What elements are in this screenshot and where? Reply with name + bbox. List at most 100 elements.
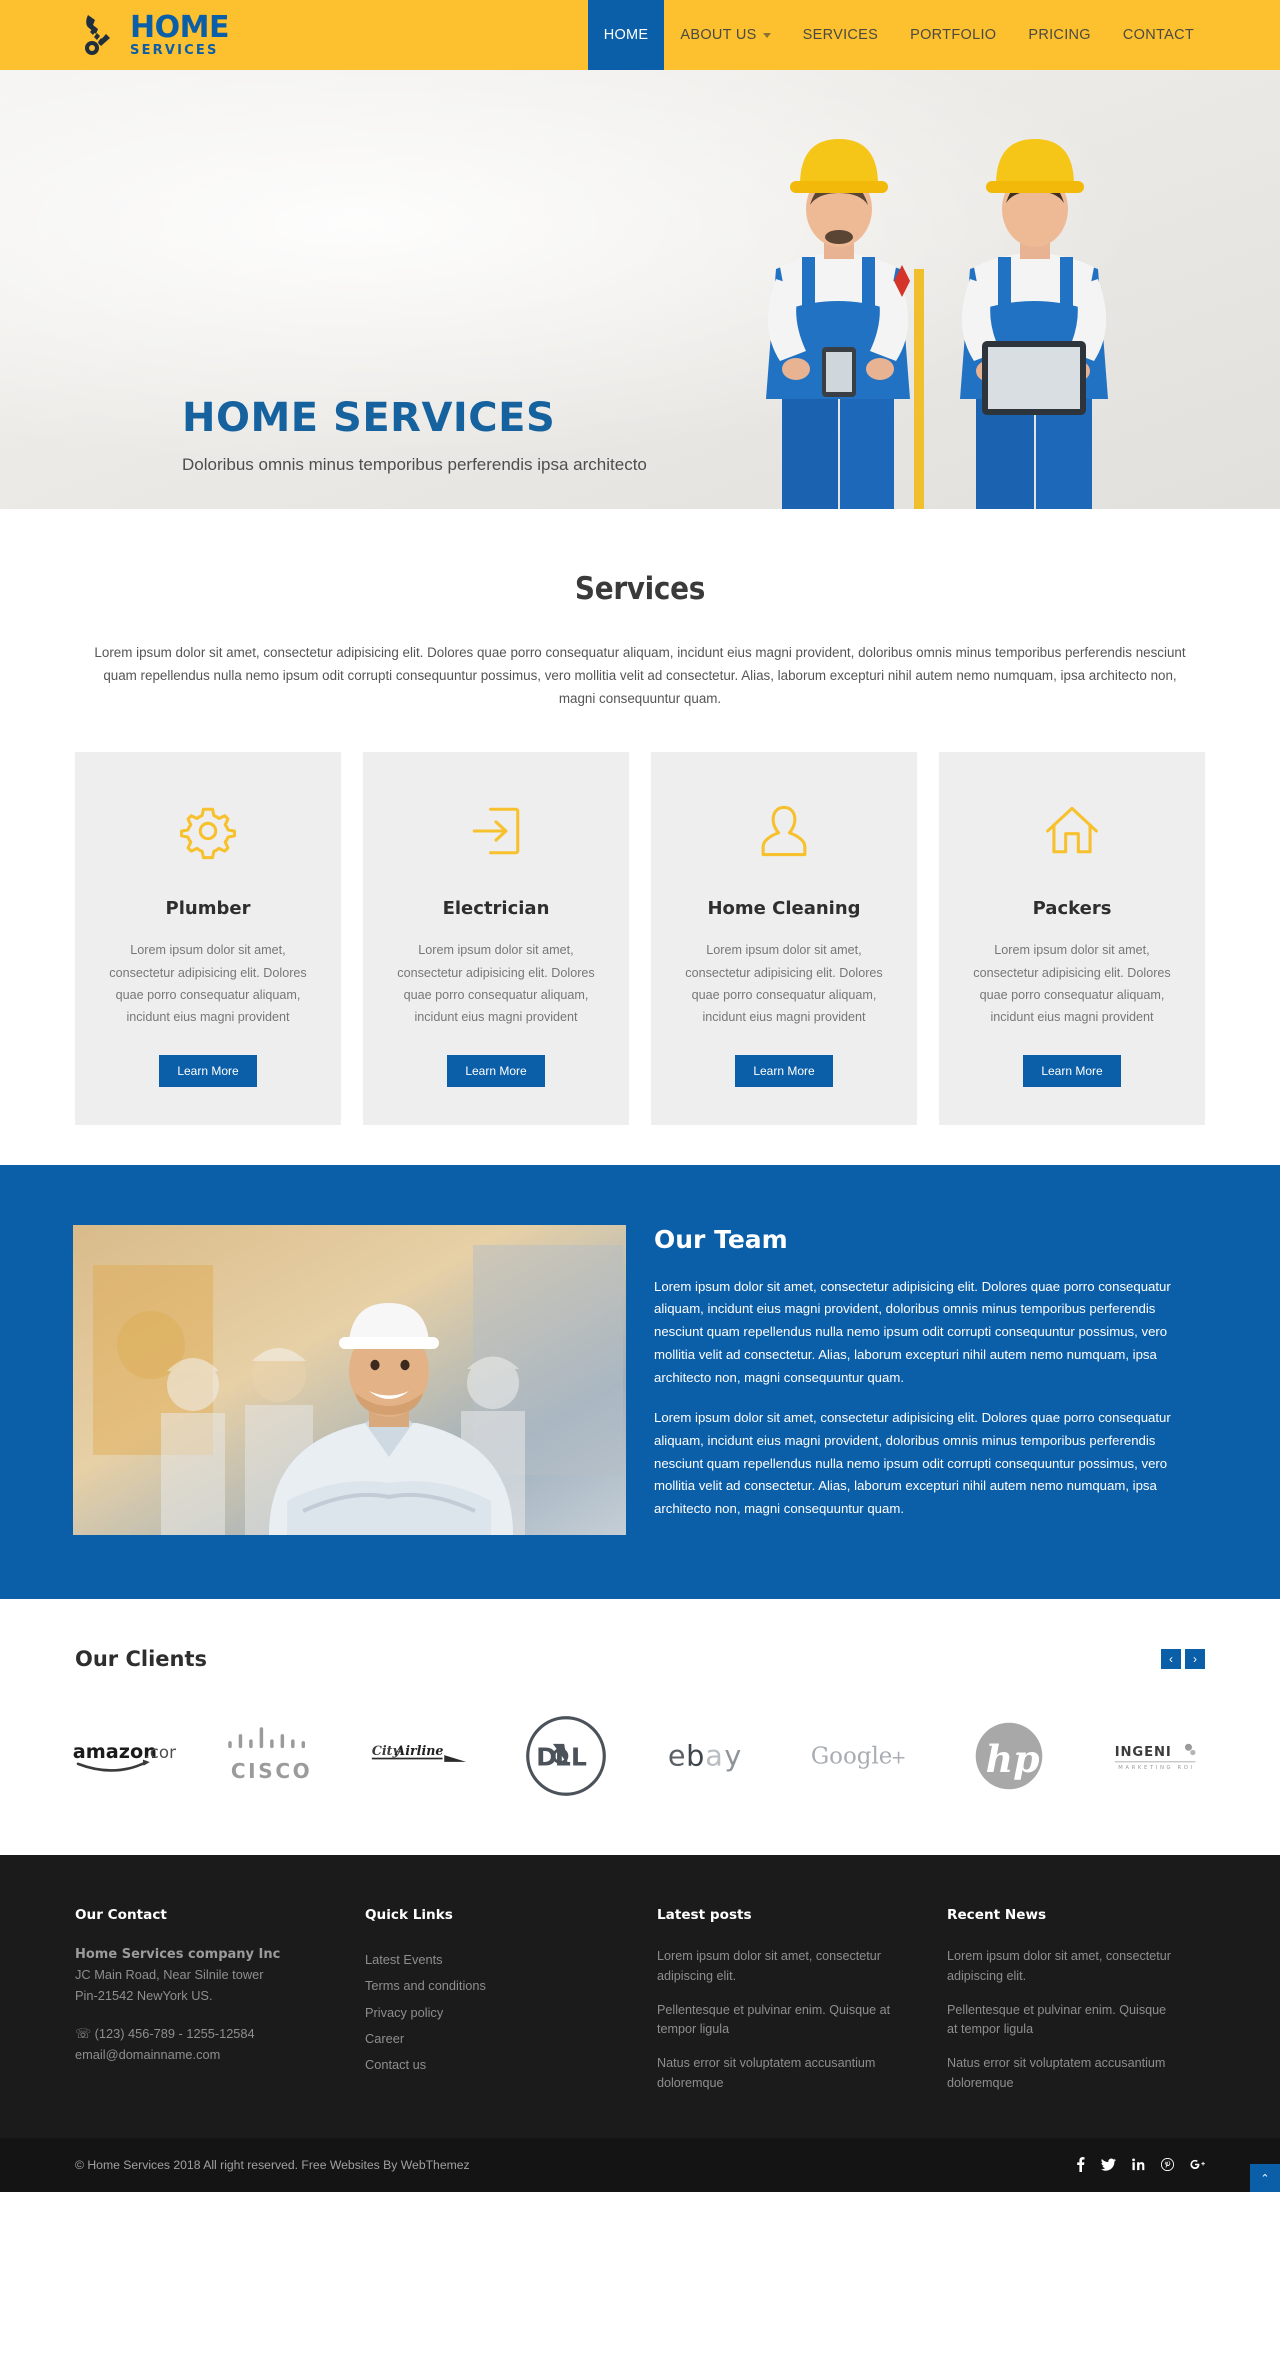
client-logo-googleplus[interactable]: Google + [788,1711,936,1801]
learn-more-button[interactable]: Learn More [735,1054,833,1087]
service-title: Electrician [442,898,550,920]
nav-item-pricing[interactable]: PRICING [1012,0,1107,70]
client-logo-hp[interactable]: hp [935,1711,1083,1801]
service-card-home-cleaning[interactable]: Home Cleaning Lorem ipsum dolor sit amet… [651,752,917,1125]
footer-news-item[interactable]: Lorem ipsum dolor sit amet, consectetur … [947,1947,1175,1987]
footer-news-item[interactable]: Pellentesque et pulvinar enim. Quisque a… [947,2001,1175,2041]
social-links [1076,2156,1205,2174]
pinterest-icon[interactable] [1160,2157,1175,2173]
learn-more-button[interactable]: Learn More [447,1054,545,1087]
nav-label: CONTACT [1122,27,1194,43]
cisco-logo: CISCO [228,1726,313,1783]
footer-link-contact-us[interactable]: Contact us [365,2052,627,2078]
nav-label: PORTFOLIO [910,27,997,43]
hero-title: HOME SERVICES [182,395,556,441]
client-logo-cisco[interactable]: CISCO [198,1711,346,1801]
site-footer: Our Contact Home Services company Inc JC… [0,1854,1280,2139]
logo-title: HOME [130,10,229,45]
footer-quicklinks-heading: Quick Links [365,1906,453,1923]
team-paragraph-1: Lorem ipsum dolor sit amet, consectetur … [654,1278,1171,1385]
linkedin-icon[interactable] [1132,2158,1145,2173]
footer-phone-row: ☏ (123) 456-789 - 1255-12584 [75,2024,335,2045]
login-arrow-icon [385,794,607,868]
svg-text:hp: hp [985,1737,1039,1781]
service-text: Lorem ipsum dolor sit amet, consectetur … [685,943,883,1025]
learn-more-button[interactable]: Learn More [1023,1054,1121,1087]
services-heading: Services [574,571,706,607]
hero-banner: HOME SERVICES Doloribus omnis minus temp… [0,70,1280,509]
facebook-icon[interactable] [1076,2156,1085,2174]
footer-link-latest-events[interactable]: Latest Events [365,1947,627,1973]
footer-link-terms-and-conditions[interactable]: Terms and conditions [365,1973,627,1999]
carousel-prev-button[interactable]: ‹ [1161,1648,1181,1669]
nav-item-home[interactable]: HOME [587,0,665,70]
team-heading: Our Team [654,1224,788,1254]
dell-logo: D LL [526,1715,607,1796]
footer-link-privacy-policy[interactable]: Privacy policy [365,2000,627,2026]
client-logos-row: amazon .com [50,1711,1230,1801]
service-text: Lorem ipsum dolor sit amet, consectetur … [973,943,1171,1025]
client-logo-amazon[interactable]: amazon .com [50,1711,198,1801]
logo-text: HOME SERVICES [130,10,229,58]
client-logo-ebay[interactable]: e b a y [640,1711,788,1801]
site-logo[interactable]: HOME SERVICES [82,12,229,58]
footer-post-item[interactable]: Natus error sit voluptatem accusantium d… [657,2054,917,2094]
footer-address-line-2: Pin-21542 NewYork US. [75,1987,213,2003]
svg-text:Airline: Airline [394,1743,443,1758]
team-paragraph-2: Lorem ipsum dolor sit amet, consectetur … [654,1410,1171,1517]
nav-label: HOME [603,27,649,43]
team-content: Our Team Lorem ipsum dolor sit amet, con… [654,1225,1207,1539]
nav-label: SERVICES [802,27,879,43]
service-card-plumber[interactable]: Plumber Lorem ipsum dolor sit amet, cons… [75,752,341,1125]
services-section: Services Lorem ipsum dolor sit amet, con… [0,509,1280,1165]
services-intro-text: Lorem ipsum dolor sit amet, consectetur … [94,645,1186,707]
copyright-text: © Home Services 2018 All right reserved.… [75,2158,470,2173]
svg-text:y: y [724,1738,741,1772]
footer-col-latest-posts: Latest posts Lorem ipsum dolor sit amet,… [657,1907,947,2108]
client-logo-ingeni[interactable]: INGENI MARKETING ROI [1083,1711,1231,1801]
main-navigation: HOME ABOUT US SERVICES PORTFOLIO PRICING… [587,0,1210,70]
nav-item-about-us[interactable]: ABOUT US [664,0,786,70]
svg-text:MARKETING ROI: MARKETING ROI [1119,1765,1196,1771]
googleplus-icon[interactable] [1190,2158,1205,2173]
footer-email[interactable]: email@domainname.com [75,2045,335,2066]
client-logo-cityairline[interactable]: City Airline [345,1711,493,1801]
service-card-electrician[interactable]: Electrician Lorem ipsum dolor sit amet, … [363,752,629,1125]
nav-item-contact[interactable]: CONTACT [1107,0,1210,70]
ingeni-logo: INGENI MARKETING ROI [1115,1743,1196,1771]
client-logo-dell[interactable]: D LL [493,1711,641,1801]
twitter-icon[interactable] [1101,2158,1116,2173]
footer-latestposts-heading: Latest posts [657,1906,752,1923]
service-card-packers[interactable]: Packers Lorem ipsum dolor sit amet, cons… [939,752,1205,1125]
svg-text:CISCO: CISCO [231,1759,313,1783]
services-card-grid: Plumber Lorem ipsum dolor sit amet, cons… [75,752,1205,1125]
service-text: Lorem ipsum dolor sit amet, consectetur … [109,943,307,1025]
svg-text:+: + [891,1747,907,1768]
carousel-next-button[interactable]: › [1185,1648,1205,1669]
svg-text:a: a [705,1738,723,1772]
footer-link-career[interactable]: Career [365,2026,627,2052]
footer-news-item[interactable]: Natus error sit voluptatem accusantium d… [947,2054,1175,2094]
nav-item-services[interactable]: SERVICES [787,0,894,70]
footer-col-contact: Our Contact Home Services company Inc JC… [75,1907,365,2108]
user-icon [673,794,895,868]
footer-company-name: Home Services company Inc [75,1946,281,1962]
our-team-section: Our Team Lorem ipsum dolor sit amet, con… [0,1164,1280,1599]
workers-illustration [766,139,1108,509]
ebay-logo: e b a y [668,1738,742,1772]
logo-subtitle: SERVICES [130,43,219,58]
our-clients-section: Our Clients ‹ › amazon .com [0,1598,1280,1855]
hero-subtitle: Doloribus omnis minus temporibus perfere… [182,455,647,474]
learn-more-button[interactable]: Learn More [159,1054,257,1087]
back-to-top-button[interactable]: ⌃ [1250,2164,1280,2193]
footer-post-item[interactable]: Pellentesque et pulvinar enim. Quisque a… [657,2001,917,2041]
clients-header: Our Clients ‹ › [75,1647,1205,1671]
clients-heading: Our Clients [75,1646,208,1671]
footer-columns: Our Contact Home Services company Inc JC… [75,1907,1205,2108]
footer-post-item[interactable]: Lorem ipsum dolor sit amet, consectetur … [657,1947,917,1987]
nav-item-portfolio[interactable]: PORTFOLIO [894,0,1012,70]
cityairline-logo: City Airline [371,1743,466,1762]
phone-icon: ☏ [75,2026,92,2042]
svg-text:Google: Google [811,1743,893,1769]
copyright-bar: © Home Services 2018 All right reserved.… [0,2138,1280,2193]
